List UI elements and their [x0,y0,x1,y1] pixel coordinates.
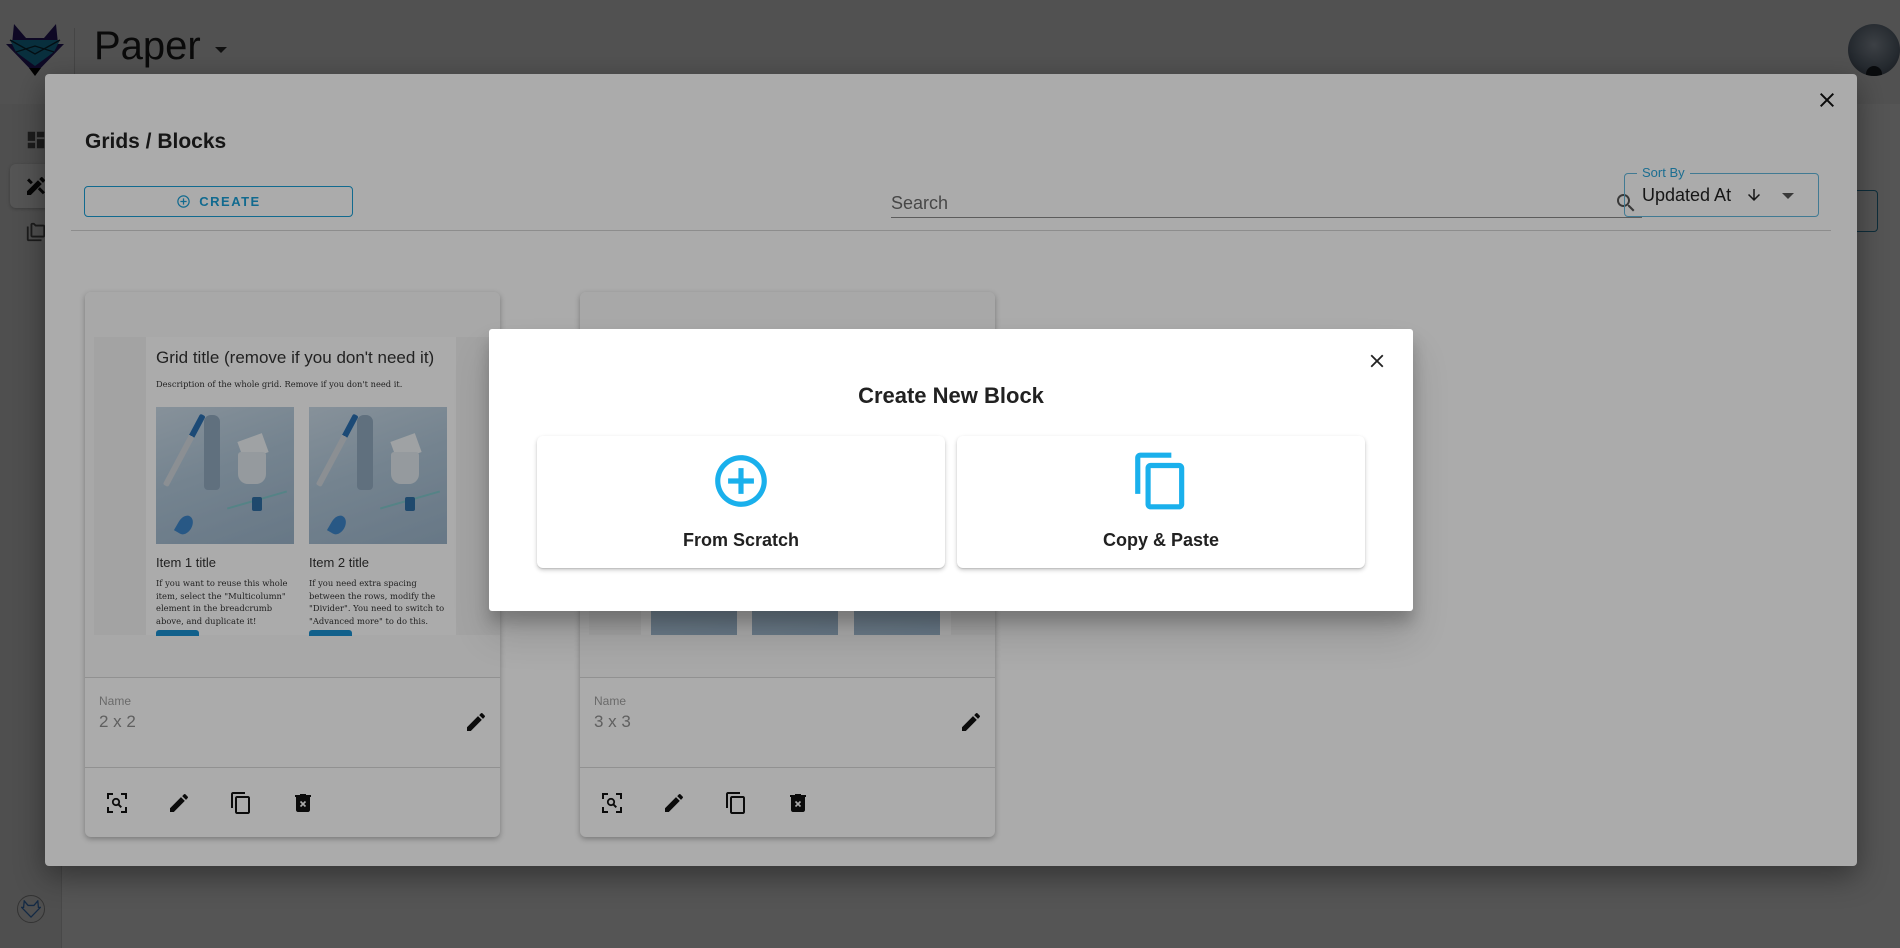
from-scratch-label: From Scratch [682,530,800,550]
dialog-title: Create New Block [858,383,1044,408]
add-circle-icon [715,455,767,507]
close-icon [1370,354,1384,368]
copy-paste-label: Copy & Paste [1102,530,1220,550]
copy-icon [1135,452,1185,510]
from-scratch-option[interactable]: From Scratch [537,436,945,568]
copy-paste-option[interactable]: Copy & Paste [957,436,1365,568]
create-block-dialog: Create New Block From Scratch Copy & Pas… [489,329,1413,611]
close-dialog-button[interactable] [1363,347,1391,375]
